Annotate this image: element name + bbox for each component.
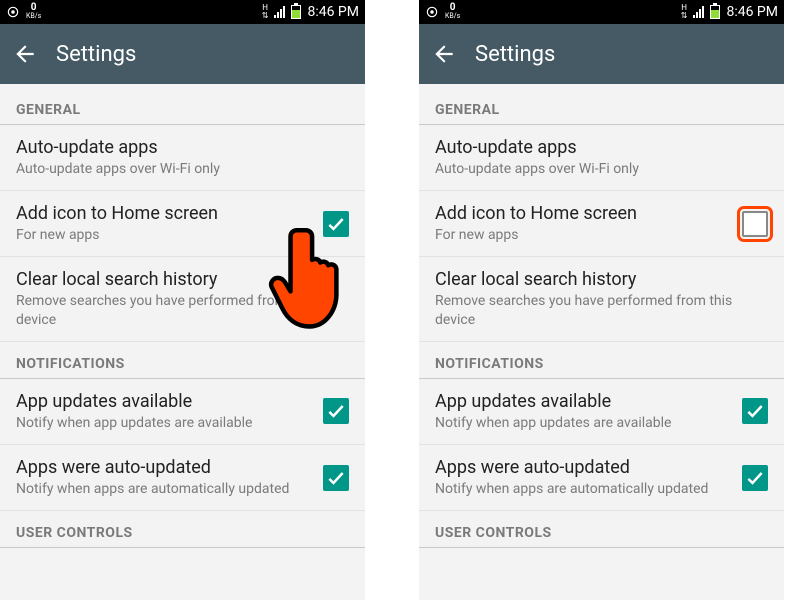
status-clock: 8:46 PM <box>307 4 359 20</box>
section-header-user-controls: USER CONTROLS <box>0 511 365 548</box>
row-title: Clear local search history <box>435 269 768 290</box>
row-title: App updates available <box>435 391 730 412</box>
app-indicator-icon <box>6 5 20 19</box>
row-auto-updated[interactable]: Apps were auto-updated Notify when apps … <box>0 445 365 511</box>
row-subtitle: Remove searches you have performed from … <box>435 292 768 328</box>
phone-screen-right: 0 KB/s H⇅ 8:46 PM Settings GENERAL Auto-… <box>419 0 784 600</box>
row-title: App updates available <box>16 391 311 412</box>
row-auto-update[interactable]: Auto-update apps Auto-update apps over W… <box>0 125 365 191</box>
phone-screen-left: 0 KB/s H⇅ 8:46 PM Settings GENERAL Auto-… <box>0 0 365 600</box>
checkbox-add-icon[interactable] <box>323 211 349 237</box>
row-subtitle: Notify when apps are automatically updat… <box>16 480 311 498</box>
app-bar: Settings <box>419 24 784 84</box>
row-clear-history[interactable]: Clear local search history Remove search… <box>419 257 784 341</box>
row-add-icon[interactable]: Add icon to Home screen For new apps <box>419 191 784 257</box>
row-subtitle: Remove searches you have performed from … <box>16 292 349 328</box>
row-subtitle: Notify when app updates are available <box>16 414 311 432</box>
row-subtitle: For new apps <box>16 226 311 244</box>
mobile-data-icon: H⇅ <box>262 4 269 20</box>
app-bar: Settings <box>0 24 365 84</box>
row-updates-available[interactable]: App updates available Notify when app up… <box>419 379 784 445</box>
row-title: Clear local search history <box>16 269 349 290</box>
row-subtitle: Auto-update apps over Wi-Fi only <box>16 160 349 178</box>
battery-icon <box>291 5 301 19</box>
row-updates-available[interactable]: App updates available Notify when app up… <box>0 379 365 445</box>
section-header-notifications: NOTIFICATIONS <box>0 342 365 379</box>
status-bar: 0 KB/s H⇅ 8:46 PM <box>0 0 365 24</box>
row-subtitle: Notify when app updates are available <box>435 414 730 432</box>
row-title: Apps were auto-updated <box>435 457 730 478</box>
page-title: Settings <box>475 42 555 67</box>
row-auto-updated[interactable]: Apps were auto-updated Notify when apps … <box>419 445 784 511</box>
row-auto-update[interactable]: Auto-update apps Auto-update apps over W… <box>419 125 784 191</box>
page-title: Settings <box>56 42 136 67</box>
row-title: Apps were auto-updated <box>16 457 311 478</box>
back-arrow-icon[interactable] <box>12 41 38 67</box>
signal-icon <box>274 6 285 18</box>
row-title: Add icon to Home screen <box>16 203 311 224</box>
mobile-data-icon: H⇅ <box>681 4 688 20</box>
settings-list: GENERAL Auto-update apps Auto-update app… <box>0 84 365 600</box>
settings-list: GENERAL Auto-update apps Auto-update app… <box>419 84 784 600</box>
network-speed: 0 KB/s <box>445 3 460 21</box>
row-title: Auto-update apps <box>435 137 768 158</box>
battery-icon <box>710 5 720 19</box>
row-clear-history[interactable]: Clear local search history Remove search… <box>0 257 365 341</box>
row-subtitle: Auto-update apps over Wi-Fi only <box>435 160 768 178</box>
row-subtitle: Notify when apps are automatically updat… <box>435 480 730 498</box>
section-header-general: GENERAL <box>419 84 784 125</box>
checkbox-auto-updated[interactable] <box>323 465 349 491</box>
row-title: Add icon to Home screen <box>435 203 730 224</box>
row-subtitle: For new apps <box>435 226 730 244</box>
checkbox-auto-updated[interactable] <box>742 465 768 491</box>
network-speed: 0 KB/s <box>26 3 41 21</box>
status-clock: 8:46 PM <box>726 4 778 20</box>
signal-icon <box>693 6 704 18</box>
checkbox-add-icon[interactable] <box>742 211 768 237</box>
app-indicator-icon <box>425 5 439 19</box>
status-bar: 0 KB/s H⇅ 8:46 PM <box>419 0 784 24</box>
row-title: Auto-update apps <box>16 137 349 158</box>
checkbox-updates-available[interactable] <box>742 398 768 424</box>
section-header-user-controls: USER CONTROLS <box>419 511 784 548</box>
section-header-general: GENERAL <box>0 84 365 125</box>
section-header-notifications: NOTIFICATIONS <box>419 342 784 379</box>
row-add-icon[interactable]: Add icon to Home screen For new apps <box>0 191 365 257</box>
back-arrow-icon[interactable] <box>431 41 457 67</box>
checkbox-updates-available[interactable] <box>323 398 349 424</box>
